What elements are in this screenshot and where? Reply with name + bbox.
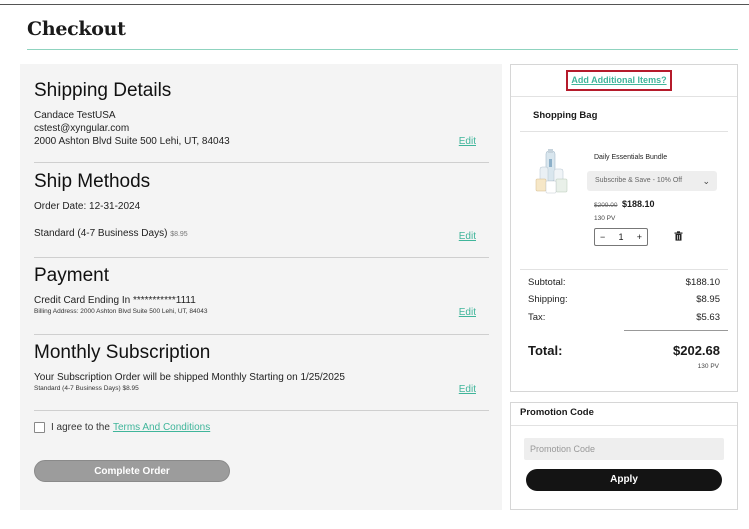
shipping-email: cstest@xyngular.com: [34, 123, 130, 134]
total-row: Total: $202.68: [528, 343, 720, 358]
panel-divider: [511, 425, 737, 426]
increase-quantity-button[interactable]: +: [637, 232, 642, 242]
subscription-section: Monthly Subscription Your Subscription O…: [34, 342, 489, 394]
tax-label: Tax:: [528, 312, 546, 323]
title-divider: [27, 49, 738, 50]
quantity-value: 1: [618, 232, 624, 242]
quantity-stepper: − 1 +: [594, 228, 648, 246]
tax-value: $5.63: [696, 312, 720, 323]
sale-price: $188.10: [622, 199, 655, 209]
panel-divider: [520, 269, 728, 270]
ship-methods-section: Ship Methods Order Date: 12-31-2024 Stan…: [34, 171, 489, 241]
edit-payment-link[interactable]: Edit: [459, 307, 476, 318]
tax-row: Tax: $5.63: [528, 312, 720, 323]
product-image: [535, 149, 568, 194]
subtotal-value: $188.10: [685, 277, 720, 288]
subtotal-label: Subtotal:: [528, 277, 566, 288]
panel-divider: [511, 96, 737, 97]
section-divider: [34, 162, 489, 163]
ship-method-price: $8.95: [170, 231, 188, 238]
ship-method-name: Standard (4-7 Business Days): [34, 228, 168, 239]
total-value: $202.68: [673, 343, 720, 358]
subscription-method: Standard (4-7 Business Days) $8.95: [34, 385, 139, 392]
panel-divider: [520, 131, 728, 132]
trash-icon[interactable]: [674, 231, 683, 241]
shipping-details-section: Shipping Details Candace TestUSA cstest@…: [34, 80, 489, 148]
total-divider: [624, 330, 728, 331]
payment-card: Credit Card Ending In ***********1111: [34, 295, 196, 306]
subscription-title: Monthly Subscription: [34, 342, 211, 363]
shipping-label: Shipping:: [528, 294, 568, 305]
subtotal-row: Subtotal: $188.10: [528, 277, 720, 288]
shopping-bag-title: Shopping Bag: [533, 110, 598, 121]
shipping-address: 2000 Ashton Blvd Suite 500 Lehi, UT, 840…: [34, 136, 230, 147]
chevron-down-icon: ⌄: [702, 176, 710, 186]
ship-method-row: Standard (4-7 Business Days) $8.95: [34, 227, 489, 241]
edit-ship-method-link[interactable]: Edit: [459, 231, 476, 242]
product-price-row: $209.00 $188.10: [594, 199, 655, 209]
complete-order-button[interactable]: Complete Order: [34, 460, 230, 482]
product-pv: 130 PV: [594, 215, 616, 222]
checkout-details-panel: Shipping Details Candace TestUSA cstest@…: [20, 64, 502, 510]
section-divider: [34, 410, 489, 411]
promotion-code-panel: Promotion Code Apply: [510, 402, 738, 510]
top-rule: [0, 4, 749, 5]
total-pv: 130 PV: [697, 363, 719, 370]
original-price: $209.00: [594, 202, 618, 209]
billing-address: Billing Address: 2000 Ashton Blvd Suite …: [34, 308, 208, 315]
terms-checkbox[interactable]: [34, 422, 45, 433]
selected-option: Subscribe & Save - 10% Off: [595, 177, 683, 184]
order-date: Order Date: 12-31-2024: [34, 201, 141, 212]
section-divider: [34, 334, 489, 335]
agree-label: I agree to the: [51, 422, 110, 433]
total-label: Total:: [528, 343, 563, 358]
page-title: Checkout: [27, 18, 126, 40]
shipping-name: Candace TestUSA: [34, 110, 116, 121]
product-name: Daily Essentials Bundle: [594, 154, 668, 161]
promotion-code-input[interactable]: [524, 438, 724, 460]
section-divider: [34, 257, 489, 258]
apply-button[interactable]: Apply: [526, 469, 722, 491]
shipping-row: Shipping: $8.95: [528, 294, 720, 305]
promotion-code-title: Promotion Code: [520, 407, 594, 418]
payment-section: Payment Credit Card Ending In **********…: [34, 265, 489, 317]
shipping-value: $8.95: [696, 294, 720, 305]
order-summary-panel: Add Additional Items? Shopping Bag Daily…: [510, 64, 738, 392]
subscription-text: Your Subscription Order will be shipped …: [34, 372, 345, 383]
add-additional-items-link[interactable]: Add Additional Items?: [566, 70, 672, 91]
terms-and-conditions-link[interactable]: Terms And Conditions: [113, 422, 210, 433]
ship-methods-title: Ship Methods: [34, 171, 151, 192]
decrease-quantity-button[interactable]: −: [600, 232, 605, 242]
terms-agreement-row: I agree to the Terms And Conditions: [34, 422, 210, 433]
edit-subscription-link[interactable]: Edit: [459, 384, 476, 395]
payment-title: Payment: [34, 265, 109, 286]
shipping-details-title: Shipping Details: [34, 80, 172, 101]
edit-shipping-link[interactable]: Edit: [459, 136, 476, 147]
subscription-option-select[interactable]: Subscribe & Save - 10% Off ⌄: [587, 171, 717, 191]
